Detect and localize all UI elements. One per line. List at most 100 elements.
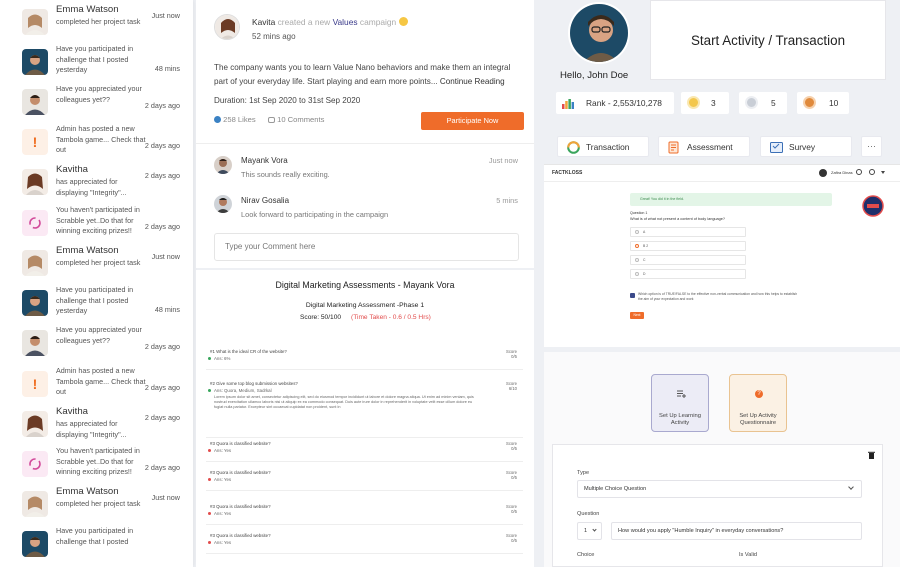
notification-feed: Emma Watson completed her project task Jus… — [0, 0, 193, 567]
bronze-count: 10 — [829, 98, 839, 108]
notification-text: Have you participated in challenge that … — [56, 285, 151, 317]
tab-survey[interactable]: Survey — [760, 136, 852, 157]
score-value: 0/5 — [511, 446, 517, 451]
notification-name[interactable]: Emma Watson — [56, 4, 151, 16]
quiz-dropdown-icon[interactable] — [881, 171, 885, 174]
setup-activity-questionnaire-card[interactable]: ? Set Up Activity Questionnaire — [729, 374, 787, 432]
chevron-down-icon — [592, 527, 597, 532]
notification-message: Admin has posted a new Tambola game... C… — [56, 366, 146, 397]
notification-item[interactable]: Have you appreciated your colleagues yet… — [18, 325, 188, 363]
gold-medal-icon — [687, 96, 700, 109]
profile-avatar[interactable] — [568, 2, 630, 64]
notification-message: Have you participated in challenge that … — [56, 285, 134, 316]
comment-time: Just now — [488, 156, 518, 165]
comment-author[interactable]: Nirav Gosalia — [241, 196, 289, 205]
radio-icon — [635, 244, 639, 248]
notification-item[interactable]: Emma Watson completed her project task Jus… — [18, 245, 188, 283]
notification-message: completed her project task — [56, 499, 141, 508]
user-avatar[interactable] — [22, 250, 48, 276]
user-avatar[interactable] — [22, 89, 48, 115]
quiz-question: What is of what not present a content of… — [630, 217, 725, 221]
notification-name[interactable]: Kavitha — [56, 164, 151, 176]
quiz-option[interactable]: C — [630, 255, 746, 265]
question-input[interactable]: How would you apply "Humble Inquiry" in … — [611, 522, 862, 540]
question-form: Type Multiple Choice Question Question 1… — [552, 444, 883, 567]
notification-text: Emma Watson completed her project task — [56, 486, 151, 510]
notification-item[interactable]: Kavitha has appreciated for displaying "I… — [18, 164, 188, 202]
quiz-checkbox[interactable] — [630, 293, 635, 298]
notification-item[interactable]: Emma Watson completed her project task Jus… — [18, 4, 188, 42]
user-avatar[interactable] — [22, 290, 48, 316]
quiz-info-icon[interactable] — [869, 169, 875, 175]
quiz-option[interactable]: A — [630, 227, 746, 237]
user-avatar[interactable] — [22, 49, 48, 75]
notification-message: You haven't participated in Scrabble yet… — [56, 205, 140, 236]
comment-text: This sounds really exciting. — [241, 170, 330, 179]
comment-author[interactable]: Mayank Vora — [241, 156, 288, 165]
user-avatar[interactable] — [22, 411, 48, 437]
quiz-next-button[interactable]: Next — [630, 312, 644, 319]
assessment-title: Digital Marketing Assessments - Mayank V… — [275, 280, 455, 290]
notification-item[interactable]: ! Admin has posted a new Tambola game... … — [18, 366, 188, 404]
notification-item[interactable]: Have you participated in challenge that … — [18, 285, 188, 323]
post-author[interactable]: Kavita — [252, 17, 275, 27]
notification-item[interactable]: ! Admin has posted a new Tambola game... … — [18, 124, 188, 162]
post-time: 52 mins ago — [252, 32, 296, 41]
user-avatar[interactable] — [22, 491, 48, 517]
quiz-power-icon[interactable] — [856, 169, 862, 175]
quiz-option-label: D — [643, 272, 646, 276]
radio-icon — [635, 258, 639, 262]
participate-now-button[interactable]: Participate Now — [421, 112, 524, 130]
notification-name[interactable]: Emma Watson — [56, 486, 151, 498]
notification-item[interactable]: Have you participated in challenge that … — [18, 44, 188, 82]
notification-name[interactable]: Kavitha — [56, 406, 151, 418]
comment-input[interactable]: Type your Comment here — [214, 233, 519, 261]
continue-reading-link[interactable]: Continue Reading — [440, 77, 505, 86]
quiz-user-avatar[interactable] — [819, 169, 827, 177]
user-avatar[interactable] — [22, 169, 48, 195]
profile-card: Hello, John Doe — [546, 0, 646, 86]
delete-icon[interactable] — [868, 451, 875, 459]
notification-message: You haven't participated in Scrabble yet… — [56, 446, 140, 477]
quiz-success-banner: Great! You did it in the field. — [630, 193, 832, 206]
alert-icon: ! — [22, 371, 48, 397]
quiz-question-number: Question 1 — [630, 211, 648, 215]
notification-message: Have you participated in challenge that … — [56, 526, 134, 546]
setup-learning-activity-card[interactable]: Set Up Learning Activity — [651, 374, 709, 432]
post-campaign-name[interactable]: Values — [333, 17, 358, 27]
commenter-avatar[interactable] — [214, 195, 232, 213]
question-number-select[interactable]: 1 — [577, 522, 602, 540]
commenter-avatar[interactable] — [214, 156, 232, 174]
notification-text: Have you appreciated your colleagues yet… — [56, 84, 151, 105]
post-duration: Duration: 1st Sep 2020 to 31st Sep 2020 — [214, 96, 361, 105]
notification-item[interactable]: Have you appreciated your colleagues yet… — [18, 84, 188, 122]
notification-item[interactable]: Kavitha has appreciated for displaying "I… — [18, 406, 188, 444]
more-options-button[interactable]: ··· — [861, 136, 882, 157]
question-score: Score 0/5 — [506, 470, 517, 480]
user-avatar[interactable] — [22, 9, 48, 35]
quiz-option[interactable]: D — [630, 269, 746, 279]
tab-transaction[interactable]: Transaction — [557, 136, 649, 157]
notification-name[interactable]: Emma Watson — [56, 245, 151, 257]
notification-item[interactable]: Have you participated in challenge that … — [18, 526, 188, 564]
start-activity-card[interactable]: Start Activity / Transaction — [650, 0, 886, 80]
notification-text: Have you appreciated your colleagues yet… — [56, 325, 151, 346]
quiz-badge-icon — [862, 195, 884, 217]
notification-item[interactable]: You haven't participated in Scrabble yet… — [18, 446, 188, 484]
author-avatar[interactable] — [214, 14, 240, 40]
quiz-screenshot: FACTKLOSS Zafira Dinas Great! You did it… — [544, 164, 900, 347]
notification-item[interactable]: Emma Watson completed her project task Jus… — [18, 486, 188, 524]
question-text: #3 Quora is classified website? — [210, 533, 271, 538]
type-select[interactable]: Multiple Choice Question — [577, 480, 862, 498]
user-avatar[interactable] — [22, 330, 48, 356]
transaction-icon — [567, 141, 580, 154]
user-avatar[interactable] — [22, 531, 48, 557]
notification-item[interactable]: You haven't participated in Scrabble yet… — [18, 205, 188, 243]
list-icon — [677, 390, 686, 398]
quiz-option-label: B 2 — [643, 244, 649, 248]
quiz-option[interactable]: B 2 — [630, 241, 746, 251]
likes[interactable]: 258 Likes — [214, 115, 256, 124]
notification-time: Just now — [151, 252, 180, 261]
tab-assessment[interactable]: Assessment — [658, 136, 750, 157]
comments[interactable]: 10 Comments — [268, 115, 324, 124]
